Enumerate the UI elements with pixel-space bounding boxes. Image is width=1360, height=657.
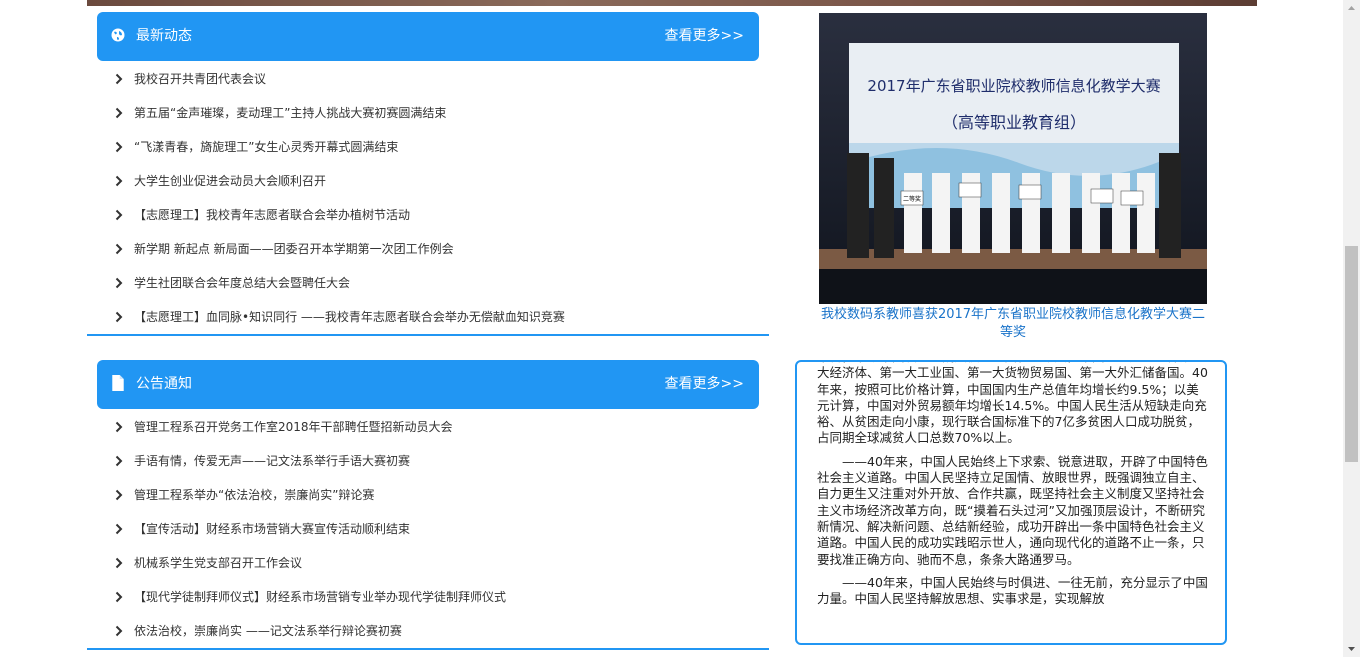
list-item[interactable]: 大学生创业促进会动员大会顺利召开	[87, 164, 769, 198]
globe-icon	[111, 28, 125, 42]
article-text: 不舍，推动中国发生了翻天覆地的变化。今天，中国已经成为世界第二大经济体、第一大工…	[817, 362, 1209, 614]
chevron-right-icon	[115, 421, 123, 433]
list-item-title[interactable]: 大学生创业促进会动员大会顺利召开	[134, 164, 326, 198]
page-scrollbar[interactable]	[1343, 0, 1360, 657]
award-ceremony-image: 2017年广东省职业院校教师信息化教学大赛 （高等职业教育组） 二等奖	[819, 13, 1207, 304]
photo-caption[interactable]: 我校数码系教师喜获2017年广东省职业院校教师信息化教学大赛二等奖	[819, 306, 1207, 342]
list-item-title[interactable]: 依法治校，崇廉尚实 ——记文法系举行辩论赛初赛	[134, 614, 402, 648]
scrollbar-thumb[interactable]	[1345, 246, 1358, 462]
list-item[interactable]: 依法治校，崇廉尚实 ——记文法系举行辩论赛初赛	[87, 614, 769, 648]
list-item[interactable]: 【宣传活动】财经系市场营销大赛宣传活动顺利结束	[87, 512, 769, 546]
news-panel-divider	[87, 334, 769, 336]
list-item-title[interactable]: 新学期 新起点 新局面——团委召开本学期第一次团工作例会	[134, 232, 454, 266]
chevron-right-icon	[115, 277, 123, 289]
chevron-right-icon	[115, 107, 123, 119]
chevron-right-icon	[115, 591, 123, 603]
article-scroll-box[interactable]: 不舍，推动中国发生了翻天覆地的变化。今天，中国已经成为世界第二大经济体、第一大工…	[795, 360, 1227, 645]
notice-more-link[interactable]: 查看更多>>	[665, 375, 744, 393]
list-item-title[interactable]: 机械系学生党支部召开工作会议	[134, 546, 302, 580]
list-item[interactable]: 【现代学徒制拜师仪式】财经系市场营销专业举办现代学徒制拜师仪式	[87, 580, 769, 614]
news-panel-header: 最新动态 查看更多>>	[97, 12, 759, 61]
article-paragraph: 不舍，推动中国发生了翻天覆地的变化。今天，中国已经成为世界第二大经济体、第一大工…	[817, 362, 1208, 446]
list-item-title[interactable]: “飞漾青春，旖旎理工”女生心灵秀开幕式圆满结束	[134, 130, 398, 164]
list-item[interactable]: 手语有情，传爱无声——记文法系举行手语大赛初赛	[87, 444, 769, 478]
list-item-title[interactable]: 学生社团联合会年度总结大会暨聘任大会	[134, 266, 350, 300]
news-panel-title: 最新动态	[136, 28, 192, 44]
list-item[interactable]: 学生社团联合会年度总结大会暨聘任大会	[87, 266, 769, 300]
chevron-right-icon	[115, 489, 123, 501]
list-item-title[interactable]: 第五届“金声璀璨，麦动理工”主持人挑战大赛初赛圆满结束	[134, 96, 446, 130]
chevron-right-icon	[115, 73, 123, 85]
list-item-title[interactable]: 【志愿理工】我校青年志愿者联合会举办植树节活动	[134, 198, 410, 232]
article-paragraph: ——40年来，中国人民始终上下求索、锐意进取，开辟了中国特色社会主义道路。中国人…	[817, 453, 1208, 567]
list-item-title[interactable]: 管理工程系举办“依法治校，崇廉尚实”辩论赛	[134, 478, 374, 512]
chevron-right-icon	[115, 455, 123, 467]
list-item[interactable]: 【志愿理工】血同脉•知识同行 ——我校青年志愿者联合会举办无偿献血知识竞赛	[87, 300, 769, 334]
chevron-right-icon	[115, 625, 123, 637]
news-list: 我校召开共青团代表会议 第五届“金声璀璨，麦动理工”主持人挑战大赛初赛圆满结束 “飞…	[87, 62, 769, 334]
list-item-title[interactable]: 我校召开共青团代表会议	[134, 62, 266, 96]
list-item[interactable]: 新学期 新起点 新局面——团委召开本学期第一次团工作例会	[87, 232, 769, 266]
award-photo[interactable]: 2017年广东省职业院校教师信息化教学大赛 （高等职业教育组） 二等奖	[819, 13, 1207, 304]
list-item[interactable]: “飞漾青春，旖旎理工”女生心灵秀开幕式圆满结束	[87, 130, 769, 164]
document-icon	[112, 375, 124, 391]
list-item-title[interactable]: 【现代学徒制拜师仪式】财经系市场营销专业举办现代学徒制拜师仪式	[134, 580, 506, 614]
chevron-right-icon	[115, 141, 123, 153]
list-item-title[interactable]: 【宣传活动】财经系市场营销大赛宣传活动顺利结束	[134, 512, 410, 546]
chevron-right-icon	[115, 523, 123, 535]
chevron-right-icon	[115, 243, 123, 255]
chevron-right-icon	[115, 175, 123, 187]
top-banner-image-strip	[87, 0, 1257, 6]
chevron-right-icon	[115, 557, 123, 569]
list-item[interactable]: 机械系学生党支部召开工作会议	[87, 546, 769, 580]
chevron-right-icon	[115, 209, 123, 221]
list-item-title[interactable]: 管理工程系召开党务工作室2018年干部聘任暨招新动员大会	[134, 410, 453, 444]
photo-award-label: 二等奖	[903, 195, 921, 203]
list-item[interactable]: 【志愿理工】我校青年志愿者联合会举办植树节活动	[87, 198, 769, 232]
list-item-title[interactable]: 【志愿理工】血同脉•知识同行 ——我校青年志愿者联合会举办无偿献血知识竞赛	[134, 300, 565, 334]
news-more-link[interactable]: 查看更多>>	[665, 27, 744, 45]
list-item[interactable]: 我校召开共青团代表会议	[87, 62, 769, 96]
notice-list: 管理工程系召开党务工作室2018年干部聘任暨招新动员大会 手语有情，传爱无声——记…	[87, 410, 769, 648]
notice-panel-header: 公告通知 查看更多>>	[97, 360, 759, 409]
article-paragraph: ——40年来，中国人民始终与时俱进、一往无前，充分显示了中国力量。中国人民坚持解…	[817, 574, 1208, 607]
list-item-title[interactable]: 手语有情，传爱无声——记文法系举行手语大赛初赛	[134, 444, 410, 478]
list-item[interactable]: 管理工程系举办“依法治校，崇廉尚实”辩论赛	[87, 478, 769, 512]
photo-banner-title: 2017年广东省职业院校教师信息化教学大赛	[867, 77, 1160, 95]
notice-panel-title: 公告通知	[136, 376, 192, 392]
scroll-up-arrow-icon[interactable]	[1343, 0, 1360, 17]
list-item[interactable]: 第五届“金声璀璨，麦动理工”主持人挑战大赛初赛圆满结束	[87, 96, 769, 130]
notice-panel-divider	[87, 648, 769, 650]
list-item[interactable]: 管理工程系召开党务工作室2018年干部聘任暨招新动员大会	[87, 410, 769, 444]
scroll-down-arrow-icon[interactable]	[1343, 640, 1360, 657]
chevron-right-icon	[115, 311, 123, 323]
photo-banner-subtitle: （高等职业教育组）	[942, 113, 1086, 132]
